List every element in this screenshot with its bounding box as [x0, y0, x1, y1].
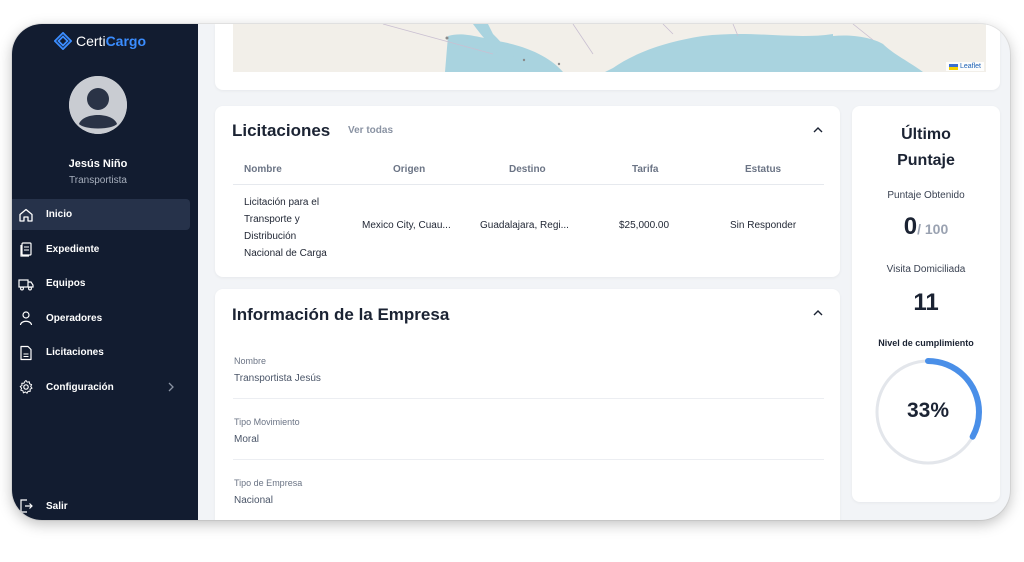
empresa-card: Información de la Empresa Nombre Transpo…: [215, 289, 840, 520]
field-label-nombre: Nombre: [234, 356, 267, 366]
score-title: Último Puntaje: [852, 122, 1000, 174]
home-icon: [19, 208, 33, 222]
table-header-divider: [233, 184, 824, 185]
document-icon: [20, 345, 32, 360]
field-value-tipo-empresa: Nacional: [234, 495, 273, 506]
column-header-origen[interactable]: Origen: [393, 164, 425, 175]
sidebar-item-licitaciones[interactable]: Licitaciones: [12, 337, 198, 368]
user-name: Jesús Niño: [68, 158, 128, 170]
puntaje-obtenido-value: 0/ 100: [852, 213, 1000, 241]
licitacion-tarifa: $25,000.00: [619, 220, 670, 231]
sidebar-item-operadores[interactable]: Operadores: [12, 303, 198, 334]
sidebar-nav: Inicio Expediente Equipos Operadores Lic…: [12, 199, 198, 406]
licitacion-name: Licitación para el Transporte y Distribu…: [244, 194, 352, 262]
map-attribution[interactable]: Leaflet: [945, 62, 984, 71]
licitacion-name-line: Transporte y: [244, 214, 300, 225]
person-icon: [19, 311, 33, 326]
map-tiles: [233, 24, 986, 72]
sidebar-item-label: Inicio: [46, 209, 73, 220]
visita-domiciliada-label: Visita Domiciliada: [886, 264, 966, 275]
ukraine-flag-icon: [948, 63, 958, 70]
field-value-tipo-movimiento: Moral: [234, 434, 260, 445]
column-header-destino[interactable]: Destino: [509, 164, 546, 175]
sidebar-item-configuracion[interactable]: Configuración: [12, 372, 198, 403]
licitacion-origen: Mexico City, Cuau...: [362, 220, 451, 231]
logout-icon: [20, 499, 33, 513]
licitaciones-card: Licitaciones Ver todas Nombre Origen Des…: [215, 106, 840, 277]
avatar[interactable]: [69, 76, 127, 134]
column-header-estatus[interactable]: Estatus: [745, 164, 781, 175]
score-value: 0: [903, 213, 918, 240]
compliance-percent: 33%: [906, 399, 950, 422]
app-window: Certi Cargo Jesús Niño Transportista Inic…: [12, 24, 1010, 520]
field-label-tipo-empresa: Tipo de Empresa: [234, 478, 303, 488]
sidebar-item-label: Equipos: [46, 278, 86, 289]
ver-todas-link[interactable]: Ver todas: [348, 125, 393, 136]
field-label-tipo-movimiento: Tipo Movimiento: [234, 417, 300, 427]
logo-word-cargo: Cargo: [105, 33, 147, 49]
map-card: Leaflet: [215, 24, 1000, 90]
sidebar-item-label: Licitaciones: [46, 347, 104, 358]
score-title-line: Puntaje: [897, 152, 955, 169]
user-role: Transportista: [69, 175, 127, 186]
licitacion-name-line: Distribución: [244, 231, 297, 242]
certicargo-logo-icon: [54, 32, 72, 50]
card-title: Información de la Empresa: [232, 305, 450, 324]
sidebar-item-label: Expediente: [46, 243, 100, 255]
chevron-up-icon[interactable]: [813, 125, 823, 135]
gear-icon: [19, 380, 33, 394]
chevron-up-icon[interactable]: [813, 308, 823, 318]
attribution-text: Leaflet: [959, 63, 981, 70]
logout-label: Salir: [46, 500, 68, 512]
sidebar: Certi Cargo Jesús Niño Transportista Inic…: [12, 24, 198, 520]
sidebar-item-equipos[interactable]: Equipos: [12, 268, 198, 299]
user-avatar-icon: [69, 76, 127, 134]
score-title-line: Último: [901, 126, 951, 143]
folder-document-icon: [20, 242, 32, 257]
sidebar-item-inicio[interactable]: Inicio: [12, 199, 190, 230]
column-header-nombre[interactable]: Nombre: [244, 164, 282, 175]
licitacion-name-line: Nacional de Carga: [244, 248, 327, 259]
logo-word-certi: Certi: [76, 33, 106, 49]
field-divider: [233, 398, 824, 399]
score-max: / 100: [917, 221, 949, 237]
nivel-cumplimiento-label: Nivel de cumplimiento: [878, 338, 974, 348]
field-value-nombre: Transportista Jesús: [234, 373, 321, 384]
sidebar-item-label: Operadores: [46, 312, 103, 324]
visita-domiciliada-value: 11: [913, 289, 939, 316]
logout-button[interactable]: Salir: [18, 498, 68, 514]
score-card: Último Puntaje Puntaje Obtenido 0/ 100 V…: [852, 106, 1000, 502]
field-divider: [233, 459, 824, 460]
licitacion-name-line: Licitación para el: [244, 197, 320, 208]
puntaje-obtenido-label: Puntaje Obtenido: [887, 190, 965, 201]
chevron-right-icon: [168, 382, 174, 391]
map[interactable]: Leaflet: [233, 24, 986, 72]
licitacion-estatus: Sin Responder: [730, 220, 797, 231]
sidebar-item-expediente[interactable]: Expediente: [12, 234, 198, 265]
column-header-tarifa[interactable]: Tarifa: [632, 164, 659, 175]
brand-logo[interactable]: Certi Cargo: [54, 32, 146, 50]
truck-icon: [18, 278, 34, 290]
card-title: Licitaciones: [232, 121, 331, 140]
licitacion-destino: Guadalajara, Regi...: [480, 220, 569, 231]
sidebar-item-label: Configuración: [46, 381, 114, 393]
